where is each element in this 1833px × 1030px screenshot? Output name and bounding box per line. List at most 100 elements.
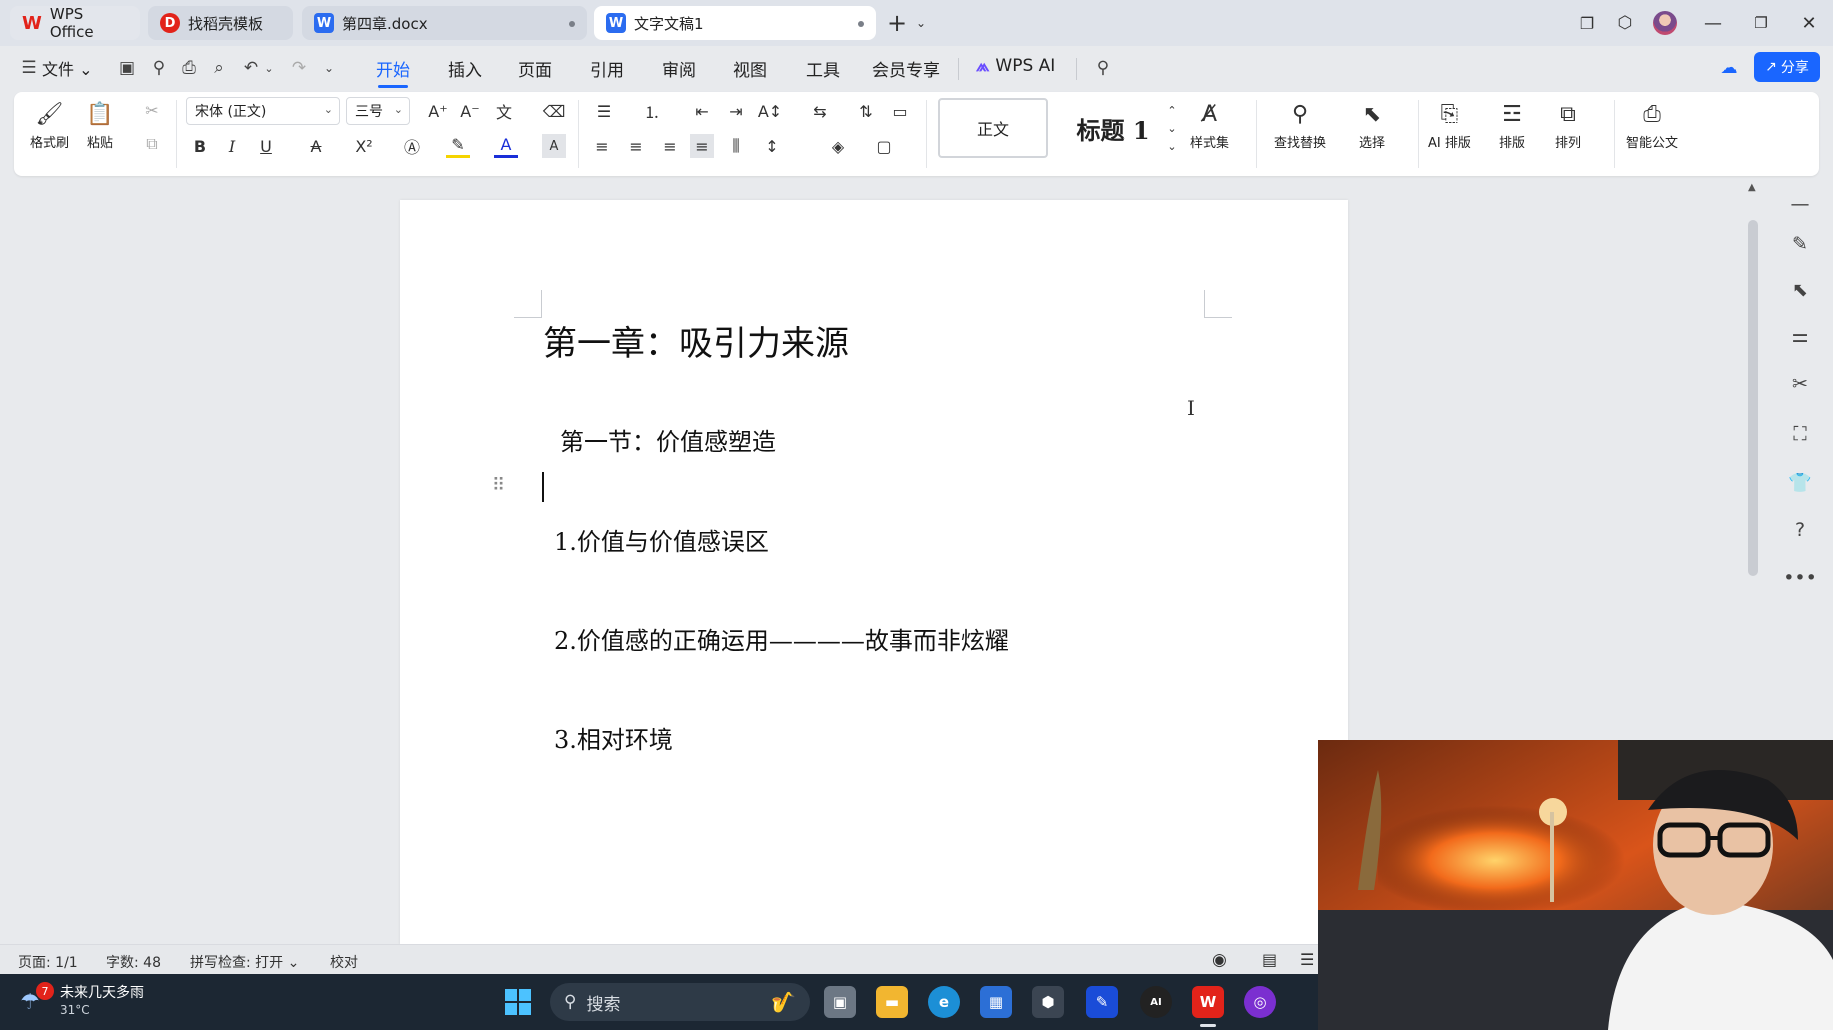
strikethrough-icon[interactable]: A [304, 134, 328, 158]
numbered-list-icon[interactable]: ⒈ [640, 99, 664, 123]
tab-review[interactable]: 审阅 [662, 56, 696, 81]
weather-widget[interactable]: ☂ 7 [20, 982, 54, 1018]
shading-icon[interactable]: ◈ [826, 134, 850, 158]
share-button[interactable]: ↗ 分享 [1754, 52, 1820, 82]
cut-icon[interactable]: ✂ [140, 98, 164, 122]
ai-layout-button[interactable]: ⎘ AI 排版 [1428, 100, 1471, 152]
style-expand-icon[interactable]: ⌄ [1164, 134, 1180, 158]
layout-button[interactable]: ☲ 排版 [1498, 100, 1526, 152]
font-color-icon[interactable]: A [494, 134, 518, 158]
show-marks-icon[interactable]: ▭ [888, 99, 912, 123]
file-menu[interactable]: 文件 ⌄ [42, 56, 93, 80]
scroll-up-icon[interactable]: ▲ [1748, 182, 1756, 193]
chapter-title[interactable]: 第一章：吸引力来源 [543, 316, 849, 365]
quick-access-more-icon[interactable]: ⌄ [318, 57, 340, 79]
bullet-list-icon[interactable]: ☰ [592, 99, 616, 123]
outline-view-icon[interactable]: ☰ [1300, 950, 1314, 969]
proofread-button[interactable]: 校对 [330, 952, 358, 972]
eye-protection-icon[interactable]: ◉ [1212, 950, 1227, 970]
tools-icon[interactable]: ✂ [1786, 370, 1814, 398]
change-case-icon[interactable]: ⇆ [808, 99, 832, 123]
print-preview-icon[interactable]: ⌕ [208, 57, 230, 79]
borders-icon[interactable]: ▢ [872, 134, 896, 158]
outline-item-1[interactable]: 1.价值与价值感误区 [554, 522, 769, 557]
tab-list-chevron-icon[interactable]: ⌄ [908, 10, 934, 36]
line-spacing-icon[interactable]: ↕ [760, 134, 784, 158]
align-center-icon[interactable]: ≡ [624, 134, 648, 158]
tab-wps-office[interactable]: W WPS Office [10, 5, 140, 41]
style-body[interactable]: 正文 [938, 98, 1048, 158]
document-page[interactable]: 第一章：吸引力来源 第一节：价值感塑造 ⠿ 1.价值与价值感误区 2.价值感的正… [400, 200, 1348, 945]
tab-references[interactable]: 引用 [590, 56, 624, 81]
highlight-icon[interactable]: ✎ [446, 134, 470, 158]
paste-button[interactable]: 📋 粘贴 [86, 100, 114, 152]
collapse-panel-icon[interactable]: — [1786, 190, 1814, 218]
bold-icon[interactable]: B [188, 134, 212, 158]
grow-font-icon[interactable]: A⁺ [426, 99, 450, 123]
clear-format-icon[interactable]: ⌫ [542, 99, 566, 123]
tab-member[interactable]: 会员专享 [872, 56, 940, 81]
shrink-font-icon[interactable]: A⁻ [458, 99, 482, 123]
smart-doc-button[interactable]: ⎙ 智能公文 [1626, 100, 1678, 152]
text-effect-icon[interactable]: Ⓐ [400, 134, 424, 158]
justify-icon[interactable]: ≡ [690, 134, 714, 158]
tab-docer-templates[interactable]: D 找稻壳模板 [148, 6, 293, 40]
windows-start-icon[interactable] [502, 986, 534, 1018]
print-icon[interactable]: ⎙ [178, 57, 200, 79]
search-icon[interactable]: ⚲ [1092, 57, 1114, 79]
tab-chapter4-docx[interactable]: W 第四章.docx [302, 6, 587, 40]
app-cube-icon[interactable]: ⬢ [1032, 986, 1064, 1018]
distribute-icon[interactable]: ⫼ [724, 134, 748, 158]
tab-insert[interactable]: 插入 [448, 56, 482, 81]
sliders-icon[interactable]: ⚌ [1786, 322, 1814, 350]
find-replace-button[interactable]: ⚲ 查找替换 [1274, 100, 1326, 152]
italic-icon[interactable]: I [220, 134, 244, 158]
undo-dropdown-icon[interactable]: ⌄ [258, 57, 280, 79]
decrease-indent-icon[interactable]: ⇤ [690, 99, 714, 123]
wps-ai-button[interactable]: ⩕ WPS AI [976, 56, 1055, 76]
image-icon[interactable]: ⛶ [1786, 420, 1814, 448]
phonetic-guide-icon[interactable]: 文 [492, 99, 516, 123]
hamburger-menu-icon[interactable]: ☰ [18, 57, 40, 79]
spell-check-toggle[interactable]: 拼写检查: 打开 ⌄ [190, 952, 299, 972]
align-left-icon[interactable]: ≡ [590, 134, 614, 158]
shirt-icon[interactable]: 👕 [1786, 468, 1814, 496]
font-name-select[interactable]: 宋体 (正文) ⌄ [186, 97, 340, 125]
window-view-icon[interactable]: ❐ [1574, 10, 1600, 36]
avatar[interactable] [1652, 10, 1678, 36]
vertical-scrollbar[interactable] [1748, 220, 1758, 576]
select-pointer-icon[interactable]: ⬉ [1786, 276, 1814, 304]
style-heading-1[interactable]: 标题 1 [1058, 98, 1168, 158]
redo-icon[interactable]: ↷ [288, 57, 310, 79]
arrange-button[interactable]: ⧉ 排列 [1554, 100, 1582, 152]
sort-icon[interactable]: ⇅ [854, 99, 878, 123]
app-pen-icon[interactable]: ✎ [1086, 986, 1118, 1018]
superscript-icon[interactable]: X² [352, 134, 376, 158]
file-explorer-icon[interactable]: ▬ [876, 986, 908, 1018]
page-view-icon[interactable]: ▤ [1262, 950, 1277, 969]
tab-page[interactable]: 页面 [518, 56, 552, 81]
section-heading[interactable]: 第一节：价值感塑造 [560, 422, 776, 457]
cube-icon[interactable]: ⬡ [1612, 10, 1638, 36]
pen-icon[interactable]: ✎ [1786, 230, 1814, 258]
store-icon[interactable]: ▦ [980, 986, 1012, 1018]
help-icon[interactable]: ? [1786, 516, 1814, 544]
underline-icon[interactable]: U [254, 134, 278, 158]
tab-home[interactable]: 开始 [376, 56, 410, 88]
increase-indent-icon[interactable]: ⇥ [724, 99, 748, 123]
align-right-icon[interactable]: ≡ [658, 134, 682, 158]
ai-app-icon[interactable]: AI [1140, 986, 1172, 1018]
tab-tools[interactable]: 工具 [806, 56, 840, 81]
minimize-icon[interactable]: — [1700, 10, 1726, 36]
restore-icon[interactable]: ❐ [1748, 10, 1774, 36]
drag-handle-icon[interactable]: ⠿ [492, 477, 505, 495]
app-mask-icon[interactable]: ◎ [1244, 986, 1276, 1018]
new-tab-plus-icon[interactable]: + [884, 9, 910, 37]
weather-text[interactable]: 未来几天多雨 [60, 982, 144, 1002]
font-size-select[interactable]: 三号 ⌄ [346, 97, 410, 125]
edge-browser-icon[interactable]: e [928, 986, 960, 1018]
outline-item-3[interactable]: 3.相对环境 [554, 720, 673, 755]
text-direction-icon[interactable]: A↕ [758, 99, 782, 123]
tab-view[interactable]: 视图 [733, 56, 767, 81]
page-indicator[interactable]: 页面: 1/1 [18, 952, 78, 972]
